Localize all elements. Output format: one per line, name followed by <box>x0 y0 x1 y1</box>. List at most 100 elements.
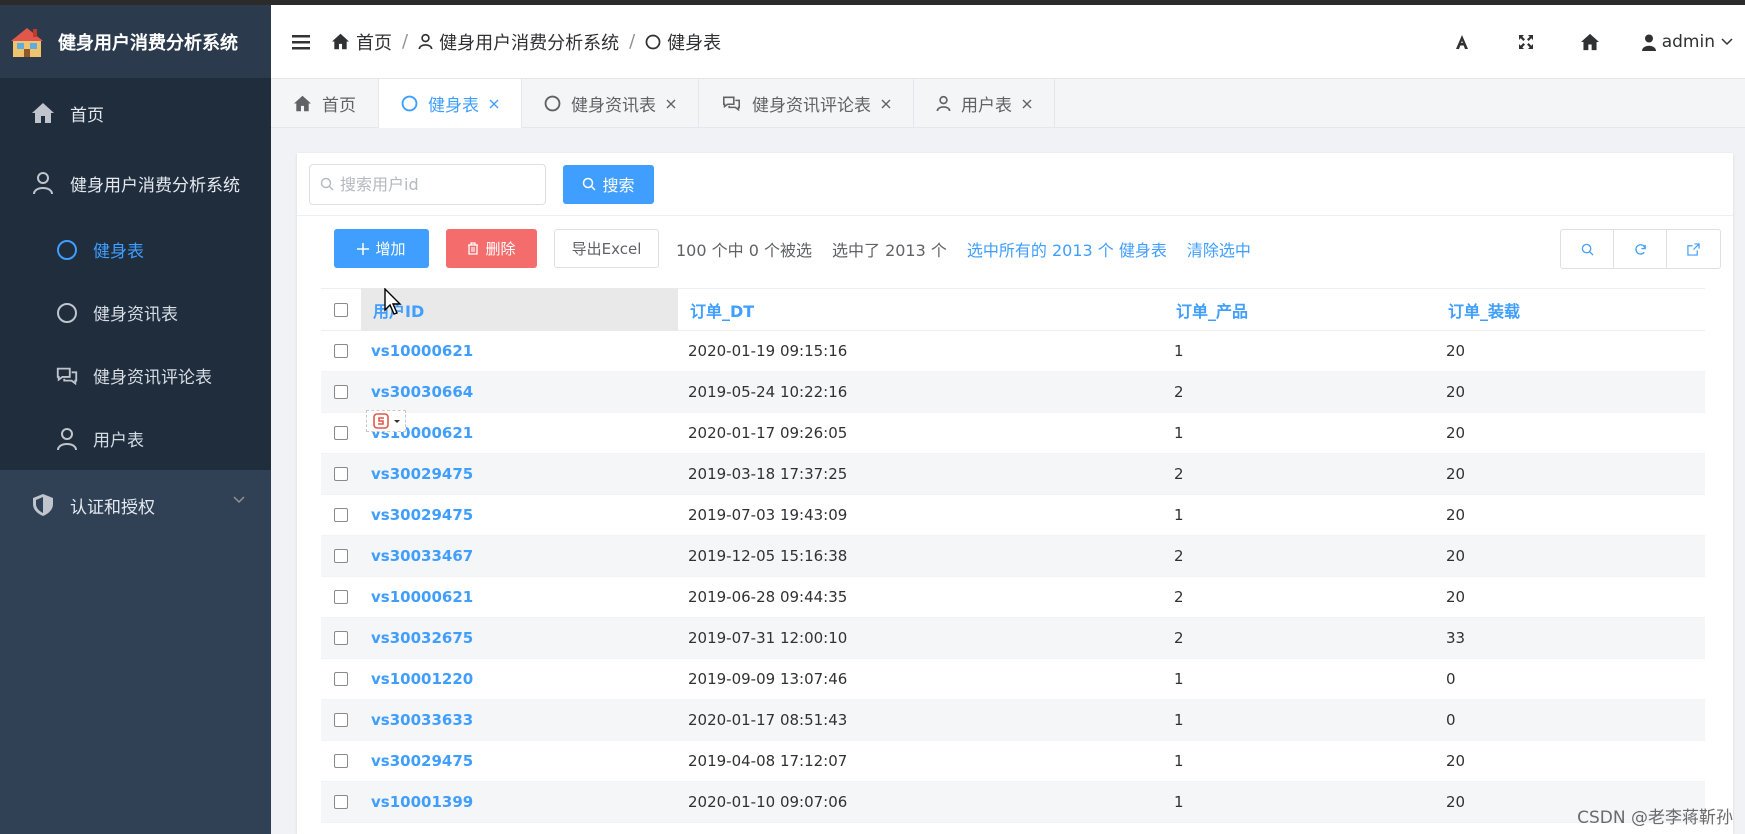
sidebar-item-fitness-news[interactable]: 健身资讯表 <box>0 281 271 344</box>
watermark: CSDN @老李蒋靳孙 <box>1577 808 1733 828</box>
table-row[interactable]: vs10000621 2020-01-17 09:26:05 1 20 <box>321 413 1705 454</box>
table-row[interactable]: vs10000621 2019-06-28 09:44:35 2 20 <box>321 577 1705 618</box>
sidebar-item-label: 健身表 <box>93 242 144 262</box>
row-checkbox-cell <box>321 659 361 700</box>
user-id-link[interactable]: vs10000621 <box>361 577 678 618</box>
close-icon[interactable] <box>881 99 891 109</box>
table-row[interactable]: vs30029475 2019-07-03 19:43:09 1 20 <box>321 495 1705 536</box>
table-row[interactable]: vs30029475 2019-04-08 17:12:07 1 20 <box>321 741 1705 782</box>
search-input[interactable] <box>340 174 540 194</box>
content-card: 搜索 增加 删除 导出Excel 100 个中 0 个被选 选中了 2013 个… <box>297 153 1733 834</box>
sidebar-item-system[interactable]: 健身用户消费分析系统 <box>0 148 271 218</box>
order-load-cell: 20 <box>1446 424 1466 442</box>
row-checkbox[interactable] <box>334 713 348 727</box>
user-icon <box>936 95 951 112</box>
app-title: 健身用户消费分析系统 <box>58 32 238 54</box>
user-id-link[interactable]: vs30033467 <box>361 536 678 577</box>
user-id-link[interactable]: vs30029475 <box>361 454 678 495</box>
close-icon[interactable] <box>1022 99 1032 109</box>
row-checkbox[interactable] <box>334 795 348 809</box>
table-row[interactable]: vs30033467 2019-12-05 15:16:38 2 20 <box>321 536 1705 577</box>
user-id-link[interactable]: vs10000621 <box>361 331 678 372</box>
sidebar-item-label: 健身用户消费分析系统 <box>70 175 240 196</box>
row-checkbox[interactable] <box>334 631 348 645</box>
table-row[interactable]: vs10000621 2020-01-19 09:15:16 1 20 <box>321 331 1705 372</box>
user-id-link[interactable]: vs30029475 <box>361 741 678 782</box>
brand[interactable]: 健身用户消费分析系统 <box>0 5 271 78</box>
clear-selection-link[interactable]: 清除选中 <box>1187 237 1251 261</box>
add-button[interactable]: 增加 <box>334 229 429 268</box>
close-icon[interactable] <box>489 99 499 109</box>
order-dt-cell: 2019-07-03 19:43:09 <box>688 506 848 524</box>
search-icon[interactable] <box>1561 230 1614 268</box>
table-row[interactable]: vs30030664 2019-05-24 10:22:16 2 20 <box>321 372 1705 413</box>
data-table: 用户ID 订单_DT 订单_产品 订单_装载 vs10000621 2020-01… <box>321 288 1705 823</box>
order-load-cell: 33 <box>1446 629 1466 647</box>
delete-button[interactable]: 删除 <box>446 229 537 268</box>
breadcrumb-current: 健身表 <box>645 29 721 55</box>
column-header-order-load[interactable]: 订单_装载 <box>1436 288 1705 331</box>
user-menu[interactable]: admin <box>1622 32 1745 52</box>
row-checkbox-cell <box>321 782 361 823</box>
order-load-cell: 20 <box>1446 342 1466 360</box>
export-excel-button[interactable]: 导出Excel <box>554 229 659 268</box>
column-header-order-product[interactable]: 订单_产品 <box>1164 288 1436 331</box>
order-load-cell: 0 <box>1446 670 1456 688</box>
sidebar-item-auth[interactable]: 认证和授权 <box>0 470 271 540</box>
row-checkbox[interactable] <box>334 426 348 440</box>
font-size-icon[interactable] <box>1430 34 1494 50</box>
table-row[interactable]: vs10001220 2019-09-09 13:07:46 1 0 <box>321 659 1705 700</box>
row-checkbox[interactable] <box>334 754 348 768</box>
breadcrumb-system[interactable]: 健身用户消费分析系统 <box>418 29 619 55</box>
table-row[interactable]: vs30032675 2019-07-31 12:00:10 2 33 <box>321 618 1705 659</box>
tab-fitness-table[interactable]: 健身表 <box>379 79 522 128</box>
tab-news-comments[interactable]: 健身资讯评论表 <box>699 79 914 128</box>
table-row[interactable]: vs10001399 2020-01-10 09:07:06 1 20 <box>321 782 1705 823</box>
table-row[interactable]: vs30029475 2019-03-18 17:37:25 2 20 <box>321 454 1705 495</box>
user-id-link[interactable]: vs10001220 <box>361 659 678 700</box>
row-checkbox-cell <box>321 741 361 782</box>
user-icon <box>55 427 79 451</box>
house-logo-icon <box>11 27 43 57</box>
close-icon[interactable] <box>666 99 676 109</box>
row-checkbox[interactable] <box>334 590 348 604</box>
column-header-user-id[interactable]: 用户ID <box>361 288 678 331</box>
home-icon[interactable] <box>1558 33 1622 51</box>
row-checkbox[interactable] <box>334 467 348 481</box>
user-id-link[interactable]: vs30030664 <box>361 372 678 413</box>
breadcrumb-home[interactable]: 首页 <box>331 29 392 55</box>
row-checkbox[interactable] <box>334 385 348 399</box>
sidebar-item-home[interactable]: 首页 <box>0 78 271 148</box>
sidebar-item-fitness-table[interactable]: 健身表 <box>0 218 271 281</box>
export-icon[interactable] <box>1667 230 1720 268</box>
table-row[interactable]: vs30033633 2020-01-17 08:51:43 1 0 <box>321 700 1705 741</box>
row-checkbox-cell <box>321 577 361 618</box>
sidebar-item-users[interactable]: 用户表 <box>0 407 271 470</box>
sidebar-item-news-comments[interactable]: 健身资讯评论表 <box>0 344 271 407</box>
select-all-checkbox[interactable] <box>334 302 348 317</box>
user-id-link[interactable]: vs30033633 <box>361 700 678 741</box>
user-id-link[interactable]: vs30029475 <box>361 495 678 536</box>
row-checkbox[interactable] <box>334 672 348 686</box>
row-checkbox[interactable] <box>334 508 348 522</box>
select-all-link[interactable]: 选中所有的 2013 个 健身表 <box>967 237 1167 261</box>
fullscreen-icon[interactable] <box>1494 34 1558 50</box>
tab-home[interactable]: 首页 <box>271 79 379 128</box>
search-button[interactable]: 搜索 <box>563 164 654 204</box>
search-field[interactable] <box>309 163 546 205</box>
row-checkbox[interactable] <box>334 344 348 358</box>
user-id-link[interactable]: vs10001399 <box>361 782 678 823</box>
order-product-cell: 2 <box>1174 588 1184 606</box>
column-header-order-dt[interactable]: 订单_DT <box>678 288 1164 331</box>
order-product-cell: 2 <box>1174 383 1184 401</box>
refresh-icon[interactable] <box>1614 230 1667 268</box>
header: 首页 / 健身用户消费分析系统 / 健身表 admin <box>271 5 1745 79</box>
tab-fitness-news[interactable]: 健身资讯表 <box>522 79 699 128</box>
user-id-link[interactable]: vs10000621 <box>361 413 678 454</box>
ime-toolbar[interactable] <box>366 410 406 432</box>
hamburger-menu-icon[interactable] <box>271 34 331 50</box>
order-product-cell: 1 <box>1174 506 1184 524</box>
tab-users[interactable]: 用户表 <box>914 79 1055 128</box>
user-id-link[interactable]: vs30032675 <box>361 618 678 659</box>
row-checkbox[interactable] <box>334 549 348 563</box>
